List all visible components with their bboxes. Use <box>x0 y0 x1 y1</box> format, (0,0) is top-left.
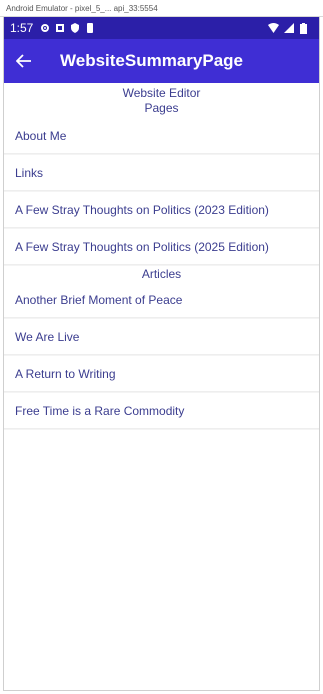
status-time: 1:57 <box>10 21 34 35</box>
device-screen: 1:57 WebsiteSummaryPage Website Editor P… <box>3 17 320 691</box>
storage-icon <box>84 23 95 34</box>
pages-list: About Me Links A Few Stray Thoughts on P… <box>4 118 319 265</box>
article-item[interactable]: Free Time is a Rare Commodity <box>4 393 319 429</box>
articles-list: Another Brief Moment of Peace We Are Liv… <box>4 282 319 429</box>
wifi-icon <box>268 23 279 34</box>
editor-heading: Website Editor <box>122 86 201 100</box>
shield-icon <box>69 23 80 34</box>
page-item-label: About Me <box>15 128 67 143</box>
emulator-title-bar: Android Emulator - pixel_5_... api_33:55… <box>0 0 323 17</box>
page-title: WebsiteSummaryPage <box>60 51 243 70</box>
emulator-title: Android Emulator - pixel_5_... api_33:55… <box>6 4 158 13</box>
back-button[interactable] <box>4 39 44 83</box>
article-item-label: Another Brief Moment of Peace <box>15 292 183 307</box>
notification-icon <box>54 23 65 34</box>
arrow-back-icon <box>16 54 31 68</box>
articles-heading: Articles <box>141 267 182 281</box>
pages-heading: Pages <box>144 101 179 115</box>
page-item[interactable]: Links <box>4 155 319 191</box>
app-bar: WebsiteSummaryPage <box>4 39 319 83</box>
page-item-label: A Few Stray Thoughts on Politics (2025 E… <box>15 239 269 254</box>
signal-icon <box>283 23 294 34</box>
article-item[interactable]: We Are Live <box>4 319 319 355</box>
page-item-label: A Few Stray Thoughts on Politics (2023 E… <box>15 202 269 217</box>
article-item-label: A Return to Writing <box>15 366 116 381</box>
status-bar: 1:57 <box>4 17 319 39</box>
article-item-label: We Are Live <box>15 329 80 344</box>
page-item[interactable]: A Few Stray Thoughts on Politics (2025 E… <box>4 229 319 265</box>
article-item[interactable]: Another Brief Moment of Peace <box>4 282 319 318</box>
battery-icon <box>298 22 309 34</box>
article-item[interactable]: A Return to Writing <box>4 356 319 392</box>
page-item-label: Links <box>15 165 44 180</box>
page-item[interactable]: About Me <box>4 118 319 154</box>
settings-icon <box>39 23 50 34</box>
page-item[interactable]: A Few Stray Thoughts on Politics (2023 E… <box>4 192 319 228</box>
main-content: Website Editor Pages About Me Links A Fe… <box>4 86 319 429</box>
article-item-label: Free Time is a Rare Commodity <box>15 403 185 418</box>
